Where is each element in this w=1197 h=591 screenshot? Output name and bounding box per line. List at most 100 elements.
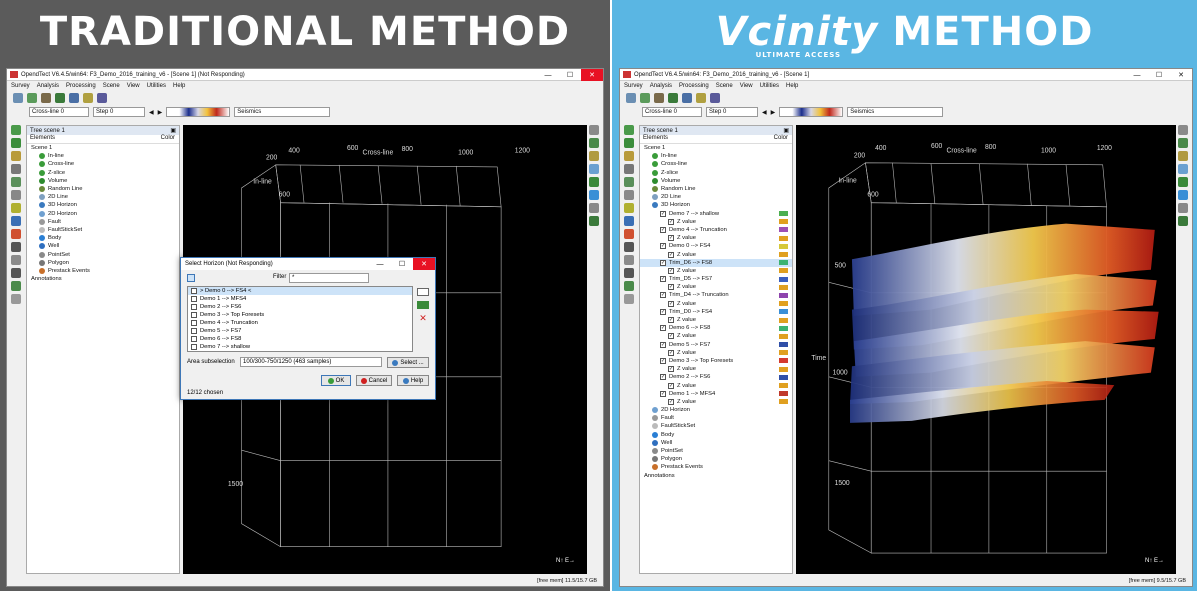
tool-icon[interactable] xyxy=(589,177,599,187)
tree-item[interactable]: ✓ Trim_D4 --> Truncation xyxy=(640,291,792,299)
tree-item-checkbox[interactable]: ✓ xyxy=(668,317,674,324)
tool-icon[interactable] xyxy=(589,151,599,161)
tree-item[interactable]: Body xyxy=(27,234,179,242)
color-swatch[interactable] xyxy=(779,309,788,315)
tool-icon[interactable] xyxy=(1178,203,1188,213)
minimize-icon[interactable]: — xyxy=(369,258,391,270)
tool-icon[interactable] xyxy=(11,255,21,265)
tree-item[interactable]: 2D Line xyxy=(27,193,179,201)
tool-icon[interactable] xyxy=(1178,125,1188,135)
tree-item-checkbox[interactable]: ✓ xyxy=(660,357,666,364)
step-field[interactable]: Step 0 xyxy=(706,107,758,117)
tool-icon[interactable] xyxy=(589,125,599,135)
tool-icon[interactable] xyxy=(11,281,21,291)
neural-icon[interactable] xyxy=(97,93,107,103)
tree-item[interactable]: ✓ Z value xyxy=(640,234,792,242)
select-all-checkbox[interactable] xyxy=(187,274,195,282)
minimize-icon[interactable]: — xyxy=(1126,69,1148,81)
well-icon[interactable] xyxy=(682,93,692,103)
crossline-field[interactable]: Cross-line 0 xyxy=(642,107,702,117)
list-item[interactable]: Demo 4 --> Truncation xyxy=(188,319,412,327)
color-swatch[interactable] xyxy=(779,211,788,217)
tree-item[interactable]: Cross-line xyxy=(640,160,792,168)
menu-survey[interactable]: Survey xyxy=(11,83,30,89)
tree-item[interactable]: Body xyxy=(640,431,792,439)
menu-view[interactable]: View xyxy=(127,83,140,89)
tool-icon[interactable] xyxy=(589,190,599,200)
list-item[interactable]: Demo 3 --> Top Foresets xyxy=(188,311,412,319)
close-icon[interactable]: ✕ xyxy=(581,69,603,81)
tree-item[interactable]: ✓ Demo 5 --> FS7 xyxy=(640,341,792,349)
tool-icon[interactable] xyxy=(11,242,21,252)
tool-icon[interactable] xyxy=(11,125,21,135)
list-icon[interactable] xyxy=(417,288,429,296)
volume-icon[interactable] xyxy=(654,93,664,103)
tree-item[interactable]: Fault xyxy=(27,218,179,226)
list-item[interactable]: > Demo 0 --> FS4 < xyxy=(188,287,412,295)
forward-arrow-icon[interactable]: ▶ xyxy=(771,109,776,116)
tree-item-checkbox[interactable]: ✓ xyxy=(668,333,674,340)
menu-scene[interactable]: Scene xyxy=(716,83,733,89)
tree-item[interactable]: ✓ Z value xyxy=(640,398,792,406)
scene-canvas[interactable]: 200 400 600 Cross-line 800 1000 1200 In-… xyxy=(796,125,1176,574)
tree-item-checkbox[interactable]: ✓ xyxy=(660,276,666,283)
tree-item[interactable]: ✓ Trim_D6 --> FS8 xyxy=(640,258,792,267)
tree-item[interactable]: ✓ Trim_D0 --> FS4 xyxy=(640,308,792,316)
tool-icon[interactable] xyxy=(589,203,599,213)
color-swatch[interactable] xyxy=(779,383,788,389)
menu-scene[interactable]: Scene xyxy=(103,83,120,89)
tree-item[interactable]: ✓ Demo 6 --> FS8 xyxy=(640,324,792,332)
horizon-icon[interactable] xyxy=(55,93,65,103)
tree-item[interactable]: Annotations xyxy=(640,472,792,480)
tree-item-checkbox[interactable]: ✓ xyxy=(660,243,666,250)
pin-icon[interactable]: ▣ xyxy=(783,127,789,134)
crossline-field[interactable]: Cross-line 0 xyxy=(29,107,89,117)
tool-icon[interactable] xyxy=(624,151,634,161)
neural-icon[interactable] xyxy=(710,93,720,103)
tree-item[interactable]: 3D Horizon xyxy=(27,201,179,209)
tree-item[interactable]: 2D Horizon xyxy=(640,406,792,414)
tool-icon[interactable] xyxy=(624,294,634,304)
tool-icon[interactable] xyxy=(1178,190,1188,200)
tree-item[interactable]: ✓ Demo 0 --> FS4 xyxy=(640,242,792,250)
tree-item-checkbox[interactable]: ✓ xyxy=(668,382,674,389)
tool-icon[interactable] xyxy=(11,294,21,304)
tool-icon[interactable] xyxy=(11,268,21,278)
well-icon[interactable] xyxy=(69,93,79,103)
tree-item[interactable]: FaultStickSet xyxy=(640,422,792,430)
horizon-list[interactable]: > Demo 0 --> FS4 < Demo 1 --> MFS4 Demo … xyxy=(187,286,413,352)
tree-item[interactable]: Annotations xyxy=(27,275,179,283)
tree-item-checkbox[interactable]: ✓ xyxy=(668,218,674,225)
menu-processing[interactable]: Processing xyxy=(66,83,96,89)
tree-item[interactable]: ✓ Z value xyxy=(640,283,792,291)
maximize-icon[interactable]: ☐ xyxy=(559,69,581,81)
menu-help[interactable]: Help xyxy=(173,83,185,89)
color-swatch[interactable] xyxy=(779,391,788,397)
tree-item-checkbox[interactable]: ✓ xyxy=(660,325,666,332)
tool-icon[interactable] xyxy=(1178,151,1188,161)
tool-icon[interactable] xyxy=(11,151,21,161)
tool-icon[interactable] xyxy=(589,216,599,226)
tool-icon[interactable] xyxy=(1178,216,1188,226)
tree-item[interactable]: ✓ Demo 2 --> FS6 xyxy=(640,373,792,381)
tree-item[interactable]: ✓ Z value xyxy=(640,300,792,308)
tree-item-checkbox[interactable]: ✓ xyxy=(660,390,666,397)
tool-icon[interactable] xyxy=(1178,164,1188,174)
menu-help[interactable]: Help xyxy=(786,83,798,89)
colorbar[interactable] xyxy=(166,107,231,117)
tool-icon[interactable] xyxy=(624,164,634,174)
tree-item-checkbox[interactable]: ✓ xyxy=(668,284,674,291)
tree-item[interactable]: ✓ Demo 3 --> Top Foresets xyxy=(640,357,792,365)
tree-item[interactable]: Volume xyxy=(640,177,792,185)
survey-icon[interactable] xyxy=(13,93,23,103)
color-swatch[interactable] xyxy=(779,366,788,372)
tree-item-checkbox[interactable]: ✓ xyxy=(668,251,674,258)
remove-icon[interactable]: ✕ xyxy=(417,314,429,323)
tree-item[interactable]: FaultStickSet xyxy=(27,226,179,234)
tool-icon[interactable] xyxy=(11,138,21,148)
layer-icon[interactable] xyxy=(696,93,706,103)
tree-item[interactable]: PointSet xyxy=(27,250,179,258)
tool-icon[interactable] xyxy=(624,281,634,291)
tool-icon[interactable] xyxy=(624,138,634,148)
tree-item[interactable]: Well xyxy=(640,439,792,447)
